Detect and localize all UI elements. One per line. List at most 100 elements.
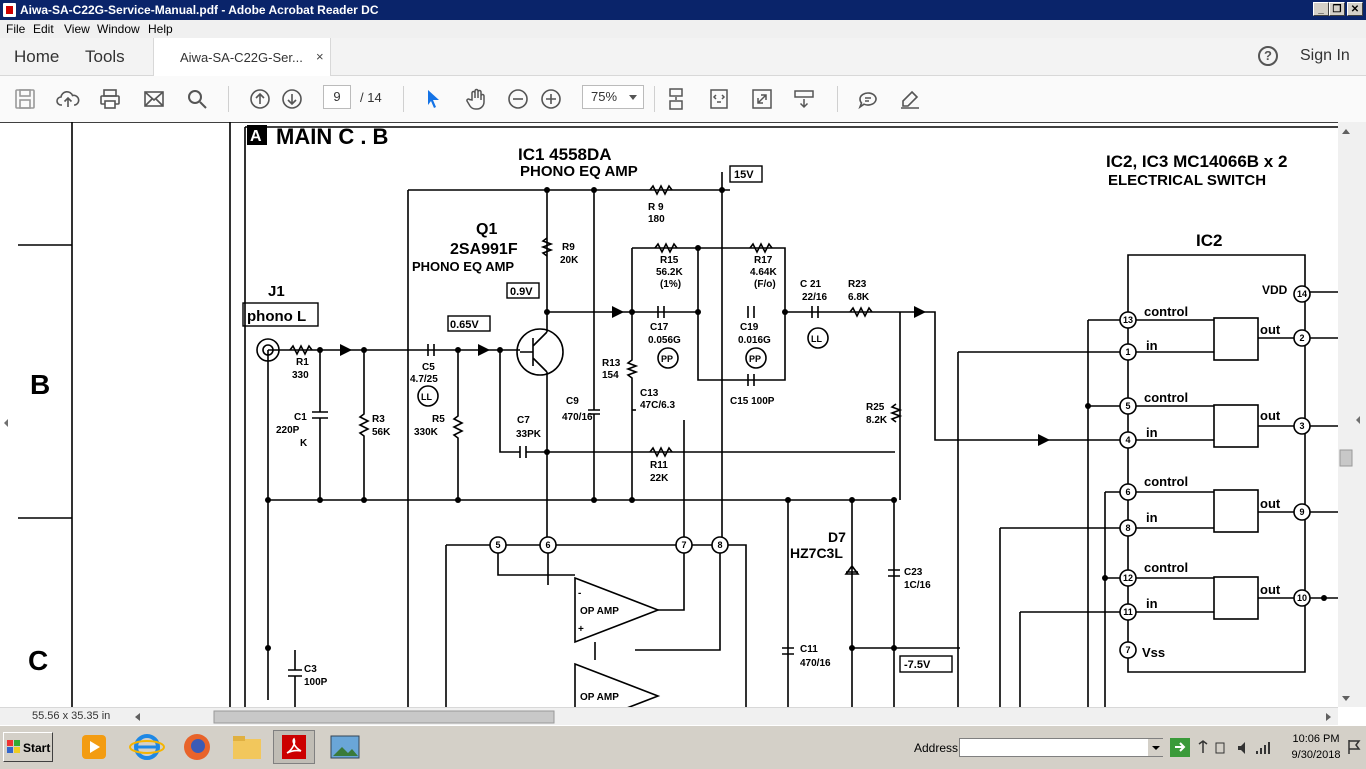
- c17-label: C17: [650, 322, 669, 333]
- start-button[interactable]: Start: [3, 732, 53, 762]
- ic2-label: IC2: [1196, 231, 1222, 250]
- sign-in-link[interactable]: Sign In: [1300, 47, 1350, 65]
- r13-value: 154: [602, 370, 619, 381]
- ic2-pin: 10: [1297, 593, 1307, 603]
- clock-date: 9/30/2018: [1291, 749, 1341, 761]
- c5-label: C5: [422, 362, 435, 373]
- minimize-button[interactable]: _: [1313, 2, 1329, 16]
- media-player-icon[interactable]: [73, 730, 115, 764]
- search-icon[interactable]: [185, 87, 209, 111]
- help-icon[interactable]: ?: [1258, 46, 1278, 66]
- tab-tools[interactable]: Tools: [85, 47, 125, 67]
- ic2-pin: 11: [1123, 607, 1133, 617]
- close-window-button[interactable]: ✕: [1347, 2, 1363, 16]
- file-explorer-icon[interactable]: [226, 730, 268, 764]
- r23-value: 6.8K: [848, 292, 870, 303]
- zoom-level-value: 75%: [591, 89, 618, 104]
- read-mode-icon[interactable]: [792, 87, 816, 111]
- comment-icon[interactable]: [856, 87, 880, 111]
- system-tray-icons[interactable]: [1196, 740, 1276, 756]
- chevron-down-icon: [629, 95, 637, 100]
- maximize-button[interactable]: ❐: [1329, 2, 1345, 16]
- previous-page-arrow-icon[interactable]: [2, 418, 10, 428]
- ic1-pin: 8: [717, 540, 722, 550]
- r15-label: R15: [660, 255, 679, 266]
- r13-label: R13: [602, 358, 621, 369]
- c5-ll-mark: LL: [421, 392, 432, 402]
- tab-home[interactable]: Home: [14, 47, 59, 67]
- photo-viewer-icon[interactable]: [324, 730, 366, 764]
- next-page-icon[interactable]: [280, 87, 304, 111]
- scrolling-mode-icon[interactable]: [664, 87, 688, 111]
- go-arrow-icon[interactable]: [1170, 738, 1190, 757]
- full-screen-icon[interactable]: [750, 87, 774, 111]
- toolbar-divider: [654, 86, 655, 112]
- internet-explorer-icon[interactable]: [126, 730, 168, 764]
- board-title: MAIN C . B: [276, 124, 388, 149]
- ic1-pin: 5: [495, 540, 500, 550]
- ic2-pin: 13: [1123, 315, 1133, 325]
- document-viewport[interactable]: A MAIN C . B B C IC1 4558DA PHONO EQ AMP…: [0, 122, 1338, 707]
- r15-value: 56.2K: [656, 267, 683, 278]
- select-pointer-icon[interactable]: [421, 87, 445, 111]
- fit-page-icon[interactable]: [707, 87, 731, 111]
- menu-help[interactable]: Help: [148, 22, 173, 36]
- address-input[interactable]: [959, 738, 1163, 757]
- toolbar-divider: [837, 86, 838, 112]
- previous-page-icon[interactable]: [248, 87, 272, 111]
- close-tab-icon[interactable]: ×: [316, 49, 324, 64]
- j1-box-label: phono L: [247, 308, 306, 325]
- signal-icon: [1256, 742, 1270, 754]
- email-icon[interactable]: [142, 87, 166, 111]
- c17-pp-mark: PP: [661, 354, 673, 364]
- r25-label: R25: [866, 402, 885, 413]
- address-dropdown-icon[interactable]: [1148, 739, 1164, 756]
- highlight-pen-icon[interactable]: [898, 87, 922, 111]
- tab-document[interactable]: Aiwa-SA-C22G-Ser... ×: [153, 38, 331, 76]
- c1-tolerance: K: [300, 438, 308, 449]
- vdd-label: VDD: [1262, 283, 1288, 297]
- opamp-minus: -: [578, 588, 581, 599]
- hscroll-thumb: [213, 710, 555, 724]
- firefox-icon[interactable]: [176, 730, 218, 764]
- hand-tool-icon[interactable]: [464, 87, 488, 111]
- vertical-scrollbar[interactable]: [1338, 122, 1366, 707]
- scroll-right-icon: [1326, 713, 1331, 721]
- c21-value: 22/16: [802, 292, 827, 303]
- zoom-level-select[interactable]: 75%: [582, 85, 644, 109]
- print-icon[interactable]: [98, 87, 122, 111]
- r17-label: R17: [754, 255, 773, 266]
- ic2-pin: 6: [1125, 487, 1130, 497]
- clock-time: 10:06 PM: [1292, 733, 1340, 745]
- c3-value: 100P: [304, 677, 328, 688]
- system-clock[interactable]: 10:06 PM 9/30/2018: [1290, 731, 1342, 763]
- horizontal-scrollbar[interactable]: 55.56 x 35.35 in: [0, 707, 1338, 725]
- switch2-out: out: [1260, 408, 1281, 423]
- r17-tolerance: (F/o): [754, 279, 776, 290]
- zoom-out-icon[interactable]: [506, 87, 530, 111]
- c19-value: 0.016G: [738, 335, 771, 346]
- page-number-input[interactable]: 9: [323, 85, 351, 109]
- zoom-in-icon[interactable]: [539, 87, 563, 111]
- notification-flag-icon[interactable]: [1346, 738, 1362, 756]
- acrobat-taskbar-icon[interactable]: [273, 730, 315, 764]
- scroll-thumb: [1339, 449, 1353, 467]
- upload-cloud-icon[interactable]: [56, 87, 80, 111]
- save-icon[interactable]: [13, 87, 37, 111]
- ic2-pin: 14: [1297, 289, 1307, 299]
- toolbar: 9 / 14 75%: [0, 76, 1366, 123]
- r9b-label: R 9: [648, 202, 664, 213]
- c5-value: 4.7/25: [410, 374, 438, 385]
- menu-window[interactable]: Window: [97, 22, 140, 36]
- menu-edit[interactable]: Edit: [33, 22, 54, 36]
- c13-label: C13: [640, 388, 659, 399]
- page-total: / 14: [360, 90, 382, 105]
- acrobat-app-icon: [3, 3, 16, 17]
- r3-value: 56K: [372, 427, 391, 438]
- menu-view[interactable]: View: [64, 22, 90, 36]
- label-0-9v: 0.9V: [510, 286, 533, 298]
- menu-file[interactable]: File: [6, 22, 25, 36]
- switch4-out: out: [1260, 582, 1281, 597]
- label-15v: 15V: [734, 169, 754, 181]
- hscroll-track[interactable]: [130, 710, 1340, 724]
